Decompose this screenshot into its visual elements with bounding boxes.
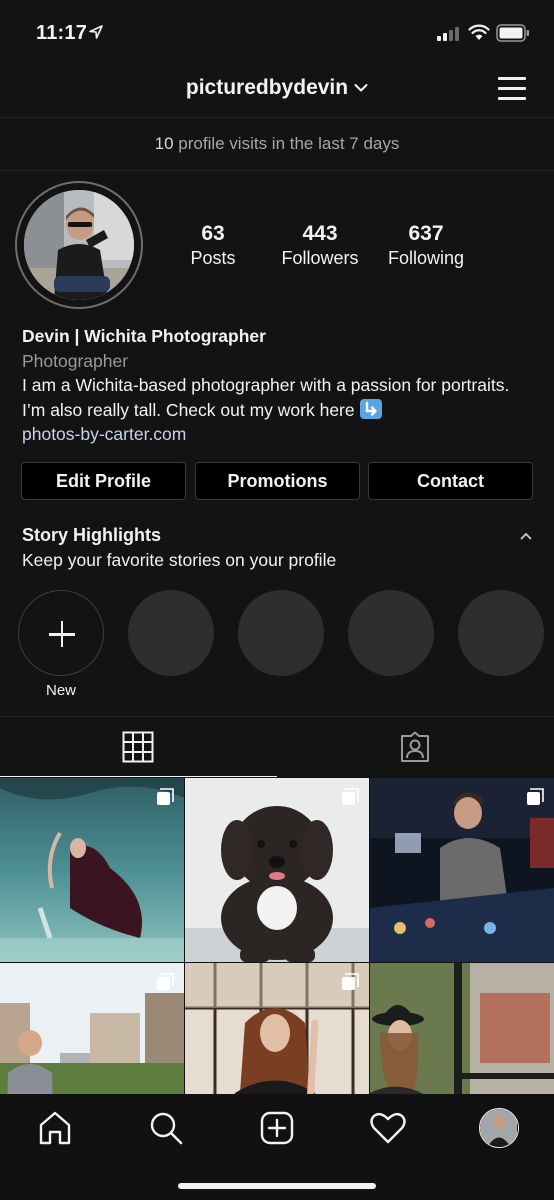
stat-followers[interactable]: 443 Followers (265, 222, 375, 269)
chevron-down-icon (354, 84, 368, 92)
home-indicator (178, 1183, 376, 1189)
username-label: picturedbydevin (185, 76, 349, 99)
grid-icon (122, 731, 154, 763)
avatar (480, 1109, 517, 1146)
carousel-icon (157, 788, 174, 805)
profile-photo (24, 190, 134, 300)
post-thumbnail[interactable] (185, 963, 369, 1094)
contact-button[interactable]: Contact (368, 462, 533, 500)
profile-stats: 63 Posts 443 Followers 637 Following (160, 222, 500, 272)
tab-tagged[interactable] (277, 717, 554, 777)
account-switcher[interactable]: picturedbydevin (0, 76, 554, 100)
posts-count: 63 (201, 222, 225, 245)
posts-label: Posts (190, 248, 236, 268)
posts-grid (0, 778, 554, 1094)
following-count: 637 (408, 222, 444, 245)
display-name: Devin | Wichita Photographer (22, 326, 266, 346)
post-thumbnail[interactable] (0, 963, 184, 1094)
stat-posts[interactable]: 63 Posts (158, 222, 268, 269)
stat-following[interactable]: 637 Following (371, 222, 481, 269)
story-highlights-title: Story Highlights (22, 525, 161, 545)
highlight-placeholder (128, 590, 214, 676)
status-bar: 11:17 (0, 0, 554, 66)
highlight-placeholder (348, 590, 434, 676)
highlight-placeholder (458, 590, 544, 676)
new-post-icon[interactable] (257, 1108, 297, 1148)
story-highlights-subtitle: Keep your favorite stories on your profi… (22, 550, 337, 570)
promotions-button[interactable]: Promotions (195, 462, 360, 500)
website-link[interactable]: photos-by-carter.com (22, 422, 532, 447)
carousel-icon (527, 788, 544, 805)
carousel-icon (342, 973, 359, 990)
profile-avatar-tab[interactable] (479, 1108, 519, 1148)
story-highlights-tray: New (0, 590, 554, 700)
profile-actions: Edit Profile Promotions Contact (21, 462, 533, 500)
following-label: Following (387, 248, 465, 268)
new-highlight-label: New (45, 682, 76, 699)
battery-icon (496, 24, 529, 42)
visits-text: profile visits in the last 7 days (173, 134, 400, 153)
collapse-caret-icon[interactable] (520, 532, 532, 540)
tagged-icon (401, 731, 429, 762)
wifi-icon (468, 24, 490, 40)
profile-tabs (0, 716, 554, 778)
post-thumbnail[interactable] (370, 963, 554, 1094)
post-thumbnail[interactable] (0, 778, 184, 962)
profile-header-bar: picturedbydevin (0, 66, 554, 118)
bio-text: I am a Wichita-based photographer with a… (22, 375, 510, 420)
followers-label: Followers (281, 248, 359, 268)
edit-profile-button[interactable]: Edit Profile (21, 462, 186, 500)
search-icon[interactable] (146, 1108, 186, 1148)
carousel-icon (157, 973, 174, 990)
profile-bio: Devin | Wichita Photographer Photographe… (22, 324, 532, 447)
highlight-placeholder (238, 590, 324, 676)
followers-count: 443 (302, 222, 338, 245)
cellular-signal-icon (437, 27, 459, 41)
visits-count: 10 (154, 134, 174, 153)
activity-heart-icon[interactable] (368, 1108, 408, 1148)
tab-grid[interactable] (0, 717, 277, 777)
post-thumbnail[interactable] (370, 778, 554, 962)
profile-avatar[interactable] (15, 181, 143, 309)
post-thumbnail[interactable] (185, 778, 369, 962)
location-arrow-icon (89, 25, 103, 39)
menu-icon[interactable] (498, 76, 528, 102)
status-time: 11:17 (36, 22, 88, 44)
active-tab-indicator (0, 775, 277, 777)
new-highlight-button[interactable] (18, 590, 104, 676)
home-icon[interactable] (35, 1108, 75, 1148)
profile-visits-insight[interactable]: 10 profile visits in the last 7 days (0, 119, 554, 171)
profile-category: Photographer (22, 350, 129, 371)
arrow-down-right-emoji-icon (359, 398, 382, 419)
carousel-icon (342, 788, 359, 805)
